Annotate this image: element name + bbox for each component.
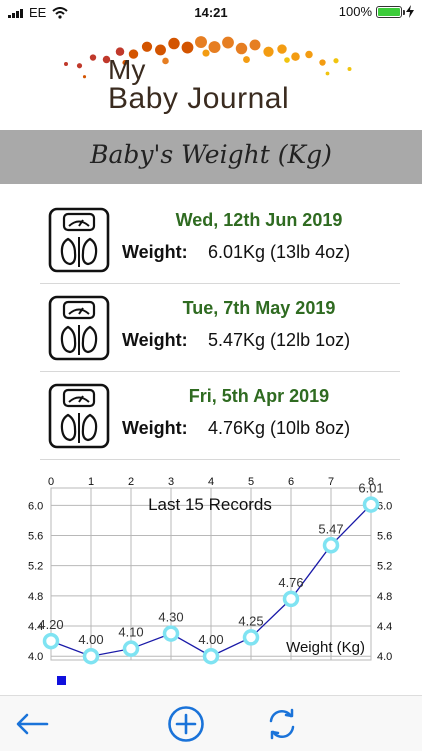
logo-text-journal: Baby Journal <box>108 82 290 115</box>
data-label: 4.00 <box>198 632 223 647</box>
data-label: 6.01 <box>358 481 383 496</box>
scale-icon <box>48 295 110 361</box>
data-label: 4.76 <box>278 575 303 590</box>
data-point <box>322 537 340 554</box>
y-tick-label-right: 5.2 <box>377 561 392 573</box>
data-label: 4.30 <box>158 610 183 625</box>
weight-record[interactable]: Wed, 12th Jun 2019 Weight: 6.01Kg (13lb 4o… <box>40 196 400 284</box>
weight-record[interactable]: Fri, 5th Apr 2019 Weight: 4.76Kg (10lb 8oz… <box>40 372 400 460</box>
y-tick-label-right: 4.8 <box>377 591 392 603</box>
refresh-icon <box>269 708 295 740</box>
x-tick-label: 0 <box>48 476 54 488</box>
data-label: 4.25 <box>238 613 263 628</box>
x-tick-label: 3 <box>168 476 174 488</box>
data-label: 4.20 <box>38 617 63 632</box>
data-point <box>82 647 100 665</box>
page-title-bar: Baby's Weight (Kg) <box>0 130 422 184</box>
record-date: Tue, 7th May 2019 <box>182 298 336 318</box>
record-weight-value: 4.76Kg (10lb 8oz) <box>208 418 351 438</box>
page-title: Baby's Weight (Kg) <box>90 140 332 169</box>
data-label: 4.00 <box>78 632 103 647</box>
back-button[interactable] <box>12 704 52 744</box>
x-tick-label: 4 <box>208 476 214 488</box>
data-point <box>122 640 140 657</box>
battery-icon <box>376 5 405 18</box>
data-label: 4.10 <box>118 625 143 640</box>
data-label: 5.47 <box>318 521 343 536</box>
status-bar: EE 14:21 100% <box>0 0 422 26</box>
charging-icon <box>406 5 414 18</box>
data-point <box>42 632 60 650</box>
x-tick-label: 6 <box>288 476 294 488</box>
legend-marker <box>57 676 66 685</box>
row-divider <box>40 459 400 460</box>
scale-icon <box>48 383 110 449</box>
add-record-button[interactable] <box>166 704 206 744</box>
weight-chart: 0 1 2 3 4 5 6 7 84.0 4.04.4 4.44.8 4.85.2 5.25.6 5.66… <box>28 476 392 685</box>
y-tick-label-right: 6.0 <box>377 500 392 512</box>
x-tick-label: 2 <box>128 476 134 488</box>
record-date: Wed, 12th Jun 2019 <box>175 210 343 230</box>
y-tick-label-left: 4.8 <box>28 591 43 603</box>
y-tick-label-left: 5.2 <box>28 561 43 573</box>
y-tick-label-right: 4.0 <box>377 651 392 663</box>
weight-record[interactable]: Tue, 7th May 2019 Weight: 5.47Kg (12lb 1oz… <box>40 284 400 372</box>
status-right: 100% <box>339 4 414 19</box>
record-weight-label: Weight: <box>122 330 188 350</box>
arrow-left-icon <box>16 713 49 735</box>
data-point <box>162 625 180 642</box>
x-tick-label: 5 <box>248 476 254 488</box>
y-tick-label-left: 6.0 <box>28 500 43 512</box>
x-tick-label: 1 <box>88 476 94 488</box>
app-logo: My Baby Journal <box>60 28 370 120</box>
x-tick-label: 7 <box>328 476 334 488</box>
battery-percent: 100% <box>338 4 372 19</box>
data-point <box>282 590 300 608</box>
chart-series-label: Weight (Kg) <box>286 639 365 656</box>
bottom-toolbar <box>0 695 422 751</box>
logo-dots-decoration <box>64 36 352 79</box>
y-tick-label-right: 5.6 <box>377 531 392 543</box>
chart-title: Last 15 Records <box>148 495 272 514</box>
record-weight-value: 5.47Kg (12lb 1oz) <box>208 330 351 350</box>
refresh-button[interactable] <box>262 704 302 744</box>
record-weight-value: 6.01Kg (13lb 4oz) <box>208 242 351 262</box>
y-tick-label-left: 4.0 <box>28 651 43 663</box>
data-point <box>362 496 380 513</box>
record-date: Fri, 5th Apr 2019 <box>188 386 330 406</box>
scale-icon <box>48 207 110 273</box>
plus-circle-icon <box>168 706 204 742</box>
record-weight-label: Weight: <box>122 242 188 262</box>
y-tick-label-right: 4.4 <box>377 621 392 633</box>
data-point <box>242 629 260 646</box>
y-tick-label-left: 5.6 <box>28 531 43 543</box>
record-weight-label: Weight: <box>122 418 188 438</box>
data-point <box>202 647 220 665</box>
